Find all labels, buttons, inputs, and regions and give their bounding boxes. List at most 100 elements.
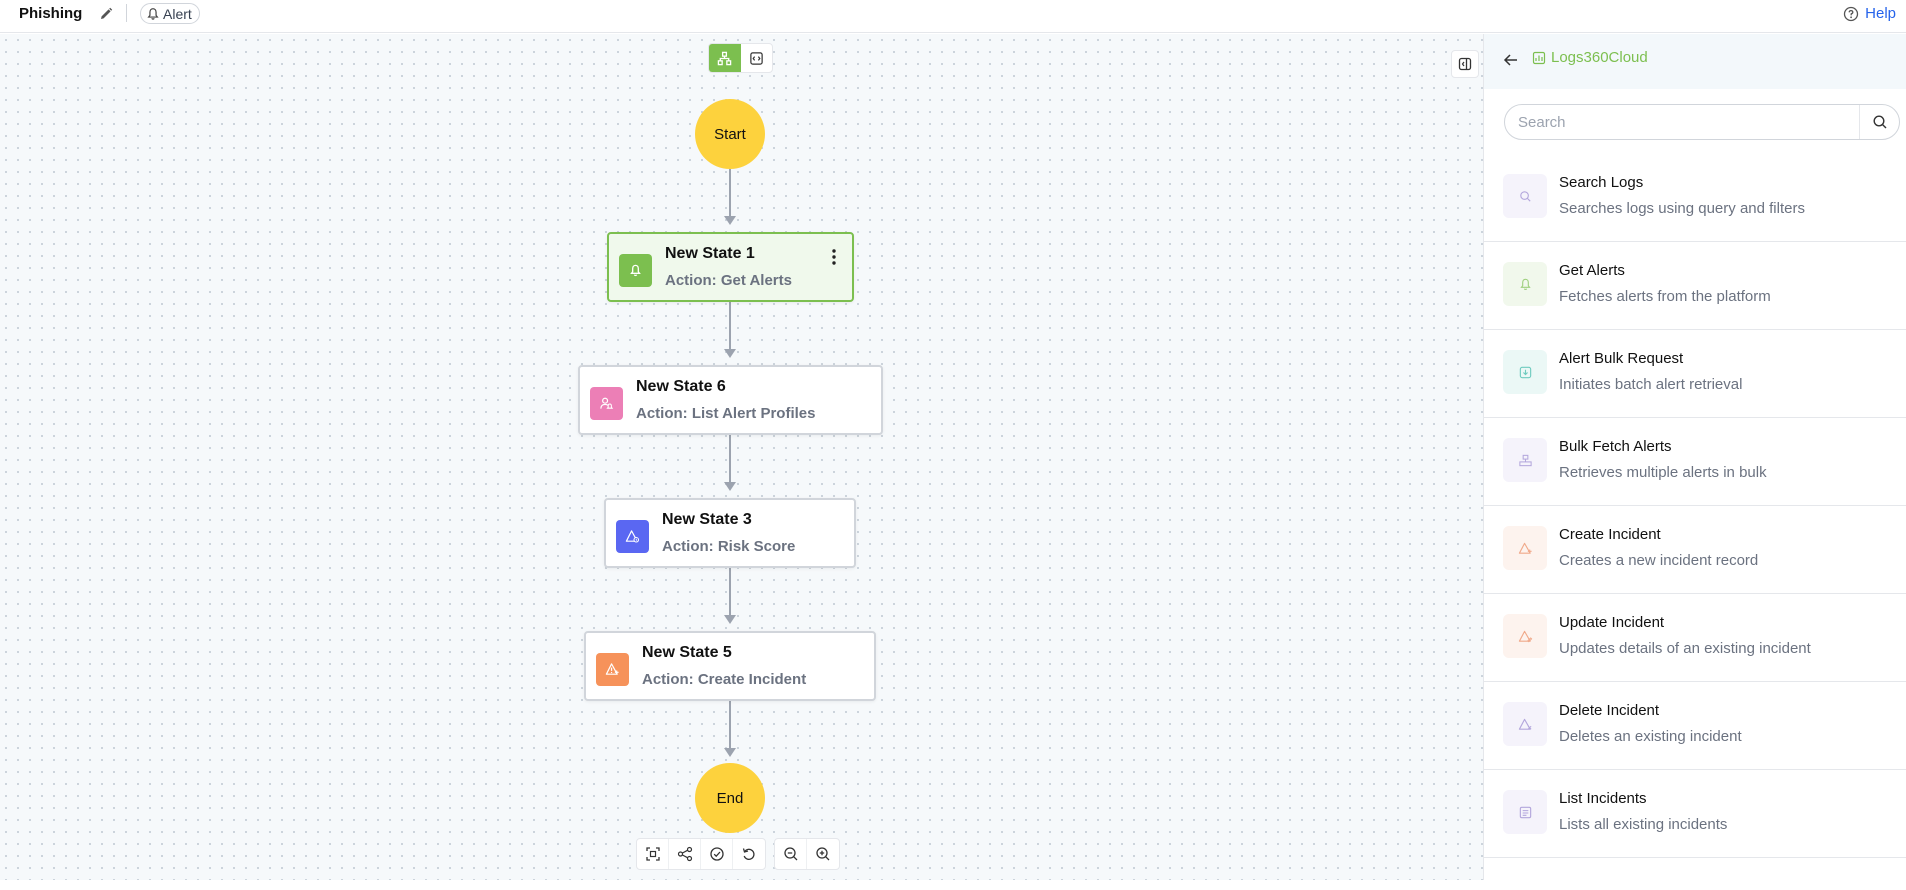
create-incident-icon xyxy=(605,663,619,675)
alert-profile-icon xyxy=(600,397,614,409)
zoom-in-button[interactable] xyxy=(807,839,839,869)
start-label: Start xyxy=(714,125,746,143)
canvas-toolbar xyxy=(636,838,840,870)
action-item[interactable]: Alert Bulk Request Initiates batch alert … xyxy=(1484,330,1906,418)
action-icon-box xyxy=(1503,526,1547,570)
bell-icon xyxy=(1519,278,1531,290)
edge-line xyxy=(729,700,731,748)
edge-line xyxy=(729,301,731,349)
more-options-icon[interactable] xyxy=(831,248,837,266)
action-item[interactable]: Get Alerts Fetches alerts from the platfo… xyxy=(1484,242,1906,330)
action-name: Search Logs xyxy=(1559,174,1644,191)
zoom-group xyxy=(774,838,840,870)
code-view-button[interactable] xyxy=(741,44,773,72)
view-toggle xyxy=(708,43,773,73)
reset-button[interactable] xyxy=(733,839,765,869)
edge-arrow xyxy=(724,482,736,491)
start-node[interactable]: Start xyxy=(695,99,765,169)
zoom-out-button[interactable] xyxy=(775,839,807,869)
bulk-fetch-icon xyxy=(1518,454,1532,466)
action-icon-box xyxy=(1503,438,1547,482)
delete-incident-icon xyxy=(1518,718,1531,730)
action-name: List Incidents xyxy=(1559,790,1647,807)
alert-tag-label: Alert xyxy=(163,5,192,22)
search-box xyxy=(1504,104,1900,140)
top-header: Phishing Alert Help xyxy=(0,0,1906,33)
end-label: End xyxy=(716,789,744,807)
workflow-canvas[interactable]: Start New State 1 Action: Get Alerts New… xyxy=(0,34,1483,880)
action-name: Create Incident xyxy=(1559,526,1661,543)
workflow-view-button[interactable] xyxy=(709,44,741,72)
action-name: Bulk Fetch Alerts xyxy=(1559,438,1672,455)
state-node[interactable]: New State 6 Action: List Alert Profiles xyxy=(578,365,883,435)
state-name: New State 1 xyxy=(665,245,755,262)
pencil-icon[interactable] xyxy=(98,6,114,22)
state-icon-box xyxy=(590,387,623,420)
action-icon-box xyxy=(1503,702,1547,746)
create-incident-icon xyxy=(1518,542,1532,554)
help-link[interactable]: Help xyxy=(1843,5,1896,22)
state-icon-box xyxy=(616,520,649,553)
action-description: Deletes an existing incident xyxy=(1559,728,1742,745)
validate-icon xyxy=(709,847,724,861)
list-icon xyxy=(1519,806,1531,818)
action-icon-box xyxy=(1503,790,1547,834)
search-input[interactable] xyxy=(1505,105,1860,139)
search-logs-icon xyxy=(1519,190,1531,202)
action-item[interactable]: Search Logs Searches logs using query and… xyxy=(1484,154,1906,242)
collapse-panel-button[interactable] xyxy=(1451,50,1479,78)
action-description: Retrieves multiple alerts in bulk xyxy=(1559,464,1767,481)
bell-icon xyxy=(147,7,159,20)
risk-score-icon xyxy=(625,530,640,543)
search-button[interactable] xyxy=(1859,105,1899,139)
state-icon-box xyxy=(619,254,652,287)
action-icon-box xyxy=(1503,614,1547,658)
logs-app-icon xyxy=(1532,51,1546,64)
edge-arrow xyxy=(724,216,736,225)
bell-icon xyxy=(630,264,641,277)
edge-arrow xyxy=(724,748,736,757)
state-name: New State 3 xyxy=(662,511,752,528)
state-action: Action: List Alert Profiles xyxy=(636,405,816,422)
action-item[interactable]: Update Incident Updates details of an exi… xyxy=(1484,594,1906,682)
action-item[interactable]: Delete Incident Deletes an existing incid… xyxy=(1484,682,1906,770)
action-icon-box xyxy=(1503,262,1547,306)
state-node[interactable]: New State 3 Action: Risk Score xyxy=(604,498,856,568)
action-name: Delete Incident xyxy=(1559,702,1660,719)
edge-arrow xyxy=(724,349,736,358)
edge-arrow xyxy=(724,615,736,624)
code-view-icon xyxy=(750,51,763,65)
header-divider xyxy=(126,4,127,22)
state-action: Action: Create Incident xyxy=(642,671,807,688)
action-list: Search Logs Searches logs using query and… xyxy=(1484,154,1906,858)
end-node[interactable]: End xyxy=(695,763,765,833)
edge-line xyxy=(729,434,731,482)
update-incident-icon xyxy=(1518,630,1532,642)
state-node[interactable]: New State 5 Action: Create Incident xyxy=(584,631,876,701)
action-name: Get Alerts xyxy=(1559,262,1625,279)
canvas-tools-group xyxy=(636,838,766,870)
back-arrow-icon[interactable] xyxy=(1502,51,1520,69)
action-item[interactable]: List Incidents Lists all existing inciden… xyxy=(1484,770,1906,858)
action-item[interactable]: Create Incident Creates a new incident re… xyxy=(1484,506,1906,594)
action-name: Alert Bulk Request xyxy=(1559,350,1684,367)
action-icon-box xyxy=(1503,350,1547,394)
question-circle-icon xyxy=(1843,6,1859,21)
state-action: Action: Get Alerts xyxy=(665,272,792,289)
state-node[interactable]: New State 1 Action: Get Alerts xyxy=(607,232,854,302)
state-action: Action: Risk Score xyxy=(662,538,796,555)
panel-header: Logs360Cloud xyxy=(1484,34,1906,89)
alert-tag[interactable]: Alert xyxy=(140,3,200,24)
action-description: Fetches alerts from the platform xyxy=(1559,288,1771,305)
bulk-request-icon xyxy=(1519,366,1531,378)
state-name: New State 5 xyxy=(642,644,732,661)
fit-view-button[interactable] xyxy=(637,839,669,869)
action-item[interactable]: Bulk Fetch Alerts Retrieves multiple aler… xyxy=(1484,418,1906,506)
auto-layout-button[interactable] xyxy=(669,839,701,869)
validate-button[interactable] xyxy=(701,839,733,869)
search-icon xyxy=(1872,115,1886,129)
panel-title-label: Logs360Cloud xyxy=(1551,49,1648,66)
state-name: New State 6 xyxy=(636,378,726,395)
action-description: Updates details of an existing incident xyxy=(1559,640,1811,657)
workflow-view-icon xyxy=(718,51,732,65)
